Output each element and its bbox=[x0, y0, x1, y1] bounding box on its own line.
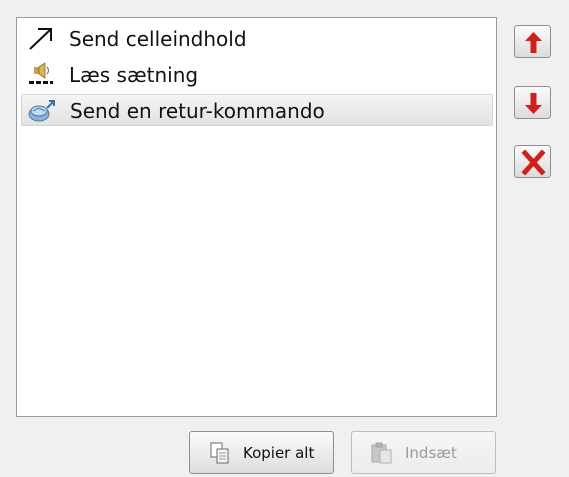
copy-all-button[interactable]: Kopier alt bbox=[189, 431, 334, 474]
move-down-button[interactable] bbox=[514, 86, 551, 119]
arrow-down-icon bbox=[525, 93, 542, 114]
list-item-send-return-command[interactable]: Send en retur-kommando bbox=[21, 94, 493, 126]
delete-x-icon bbox=[521, 149, 546, 176]
copy-icon bbox=[210, 442, 229, 464]
list-item-send-cell-content[interactable]: Send celleindhold bbox=[21, 23, 493, 55]
list-item-label: Send en retur-kommando bbox=[70, 99, 325, 123]
paste-button[interactable]: Indsæt bbox=[351, 431, 496, 474]
arrow-up-icon bbox=[525, 32, 542, 53]
paste-label: Indsæt bbox=[405, 444, 457, 462]
list-item-label: Send celleindhold bbox=[69, 27, 247, 51]
delete-button[interactable] bbox=[514, 145, 551, 178]
return-command-icon bbox=[28, 100, 55, 122]
list-item-read-sentence[interactable]: Læs sætning bbox=[21, 59, 493, 91]
speaker-icon bbox=[29, 62, 53, 84]
list-item-label: Læs sætning bbox=[69, 63, 199, 87]
move-up-button[interactable] bbox=[514, 25, 551, 58]
paste-icon bbox=[371, 442, 392, 464]
command-list-panel: Send celleindhold Læs sætning Send en re… bbox=[0, 0, 569, 477]
command-listbox[interactable]: Send celleindhold Læs sætning Send en re… bbox=[16, 17, 497, 417]
arrow-up-right-icon bbox=[29, 28, 52, 50]
copy-all-label: Kopier alt bbox=[243, 444, 315, 462]
